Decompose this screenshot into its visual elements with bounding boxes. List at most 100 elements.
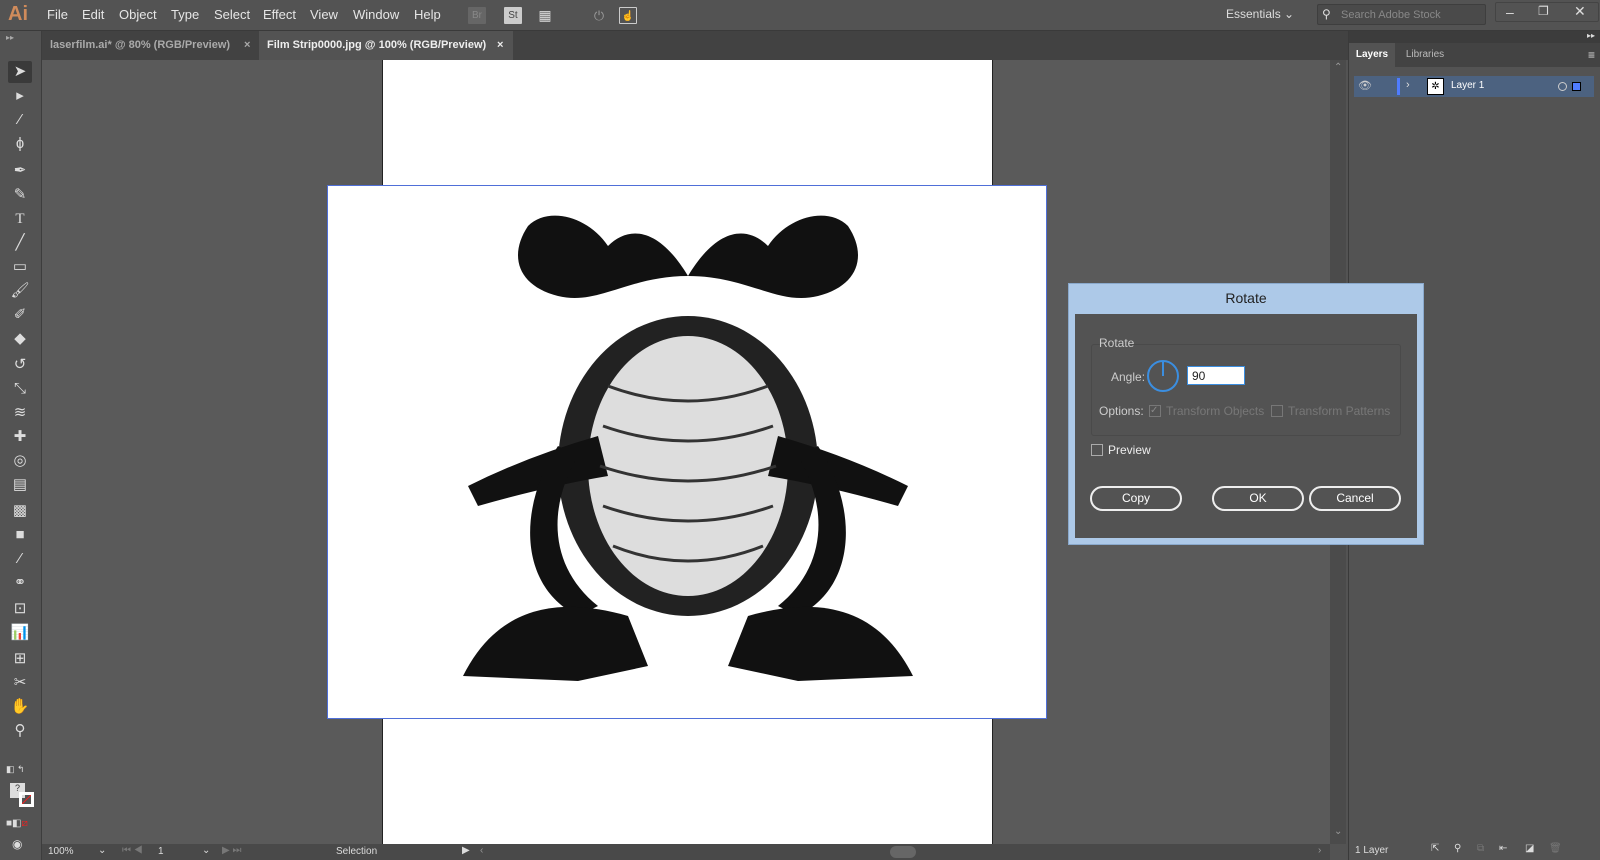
collapse-panel-icon[interactable]: ▸▸ — [1587, 31, 1595, 40]
touch-workspace-icon[interactable]: ☝ — [619, 7, 637, 24]
copy-button[interactable]: Copy — [1090, 486, 1182, 511]
menu-window[interactable]: Window — [353, 7, 399, 22]
close-tab-icon[interactable]: × — [497, 31, 503, 60]
artboard-number[interactable]: 1 — [158, 846, 164, 857]
zoom-tool-icon[interactable]: ⚲ — [8, 720, 32, 742]
layer-count: 1 Layer — [1355, 845, 1389, 856]
tab-film-strip[interactable]: Film Strip0000.jpg @ 100% (RGB/Preview) … — [259, 31, 513, 60]
paintbrush-tool-icon[interactable]: 🖌 — [8, 280, 32, 302]
line-tool-icon[interactable]: ╱ — [8, 232, 32, 254]
dialog-body: Rotate Angle: 90 Options: ✓ Transform Ob… — [1075, 314, 1417, 538]
preview-label[interactable]: Preview — [1108, 443, 1151, 457]
pen-tool-icon[interactable]: ✒ — [8, 160, 32, 182]
menu-type[interactable]: Type — [171, 7, 199, 22]
menu-object[interactable]: Object — [119, 7, 157, 22]
perspective-grid-tool-icon[interactable]: ▤ — [8, 474, 32, 496]
status-menu-icon[interactable]: ▶ — [462, 845, 470, 856]
stroke-swatch[interactable] — [19, 792, 34, 807]
gradient-tool-icon[interactable]: ■ — [8, 524, 32, 546]
close-window-button[interactable]: ✕ — [1574, 3, 1586, 20]
tab-layers[interactable]: Layers — [1349, 43, 1395, 67]
type-tool-icon[interactable]: T — [8, 208, 32, 230]
collapse-icon[interactable]: ▸▸ — [6, 33, 14, 42]
restore-button[interactable]: ❐ — [1538, 4, 1549, 18]
scroll-left-icon[interactable]: ‹ — [480, 845, 483, 856]
puppet-warp-tool-icon[interactable]: ✚ — [8, 426, 32, 448]
column-graph-tool-icon[interactable]: 📊 — [8, 622, 32, 644]
arrange-documents-icon[interactable]: ▦ ⌄ — [536, 7, 554, 40]
color-mode-icons[interactable]: ■◧⧄ — [6, 818, 28, 829]
angle-input[interactable]: 90 — [1187, 366, 1245, 385]
placed-image-selection[interactable] — [327, 185, 1047, 719]
tab-laserfilm[interactable]: laserfilm.ai* @ 80% (RGB/Preview) × — [42, 31, 259, 60]
visibility-eye-icon[interactable]: 👁 — [1358, 79, 1372, 92]
scroll-down-icon[interactable]: ⌄ — [1334, 826, 1342, 837]
layer-name[interactable]: Layer 1 — [1451, 80, 1484, 91]
menu-file[interactable]: File — [47, 7, 68, 22]
new-layer-icon[interactable]: ◪ — [1525, 843, 1534, 854]
stock-icon[interactable]: St — [504, 7, 522, 24]
panel-menu-icon[interactable]: ≡ — [1588, 48, 1595, 62]
first-prev-artboard-icons[interactable]: ⏮ ◀ — [122, 845, 143, 856]
angle-dial[interactable] — [1147, 360, 1179, 392]
locate-object-icon[interactable]: ⚲ — [1454, 843, 1461, 854]
layer-row[interactable]: 👁 › ✲ Layer 1 — [1354, 76, 1594, 97]
gpu-performance-icon[interactable]: ⏻ — [590, 7, 608, 24]
expand-layer-icon[interactable]: › — [1406, 79, 1410, 91]
menu-view[interactable]: View — [310, 7, 338, 22]
new-sublayer-icon[interactable]: ⇤ — [1499, 843, 1507, 854]
transform-objects-checkbox[interactable]: ✓ — [1149, 405, 1161, 417]
transform-patterns-checkbox[interactable] — [1271, 405, 1283, 417]
eraser-tool-icon[interactable]: ◆ — [8, 328, 32, 350]
draw-mode-icon[interactable]: ◉ — [12, 837, 22, 851]
selection-tool-icon[interactable]: ➤ — [8, 61, 32, 83]
menu-select[interactable]: Select — [214, 7, 250, 22]
slice-tool-icon[interactable]: ✂ — [8, 672, 32, 694]
current-tool-status[interactable]: Selection — [336, 846, 377, 857]
workspace-switcher[interactable]: Essentials ⌄ — [1226, 7, 1294, 21]
lasso-tool-icon[interactable]: ɸ — [8, 133, 32, 155]
search-icon: ⚲ — [1322, 7, 1331, 21]
rotate-tool-icon[interactable]: ↺ — [8, 354, 32, 376]
magic-wand-tool-icon[interactable]: ⁄ — [8, 109, 32, 131]
zoom-level[interactable]: 100% — [48, 846, 74, 857]
bridge-icon[interactable]: Br — [468, 7, 486, 24]
tab-libraries[interactable]: Libraries — [1397, 43, 1453, 67]
hand-tool-icon[interactable]: ✋ — [8, 696, 32, 718]
close-tab-icon[interactable]: × — [244, 31, 250, 60]
shaper-tool-icon[interactable]: ✐ — [8, 304, 32, 326]
shape-builder-tool-icon[interactable]: ◎ — [8, 450, 32, 472]
menu-edit[interactable]: Edit — [82, 7, 104, 22]
artboard-dropdown-icon[interactable]: ⌄ — [202, 845, 210, 856]
horizontal-scroll-thumb[interactable] — [890, 846, 916, 858]
ok-button[interactable]: OK — [1212, 486, 1304, 511]
preview-checkbox[interactable] — [1091, 444, 1103, 456]
menu-bar: Ai File Edit Object Type Select Effect V… — [0, 0, 1600, 40]
scale-tool-icon[interactable]: ⤡ — [8, 378, 32, 400]
clipping-mask-icon[interactable]: ⧉ — [1477, 843, 1484, 854]
menu-effect[interactable]: Effect — [263, 7, 296, 22]
rectangle-tool-icon[interactable]: ▭ — [8, 256, 32, 278]
fill-stroke-swatch[interactable]: ? — [10, 783, 36, 809]
symbol-sprayer-tool-icon[interactable]: ⊡ — [8, 598, 32, 620]
mesh-tool-icon[interactable]: ▩ — [8, 500, 32, 522]
selection-indicator[interactable] — [1572, 82, 1581, 91]
export-icon[interactable]: ⇱ — [1431, 843, 1439, 854]
zoom-dropdown-icon[interactable]: ⌄ — [98, 845, 106, 856]
scroll-up-icon[interactable]: ⌃ — [1334, 62, 1342, 73]
cancel-button[interactable]: Cancel — [1309, 486, 1401, 511]
menu-help[interactable]: Help — [414, 7, 441, 22]
artboard-tool-icon[interactable]: ⊞ — [8, 648, 32, 670]
target-icon[interactable] — [1558, 82, 1567, 91]
width-tool-icon[interactable]: ≋ — [8, 402, 32, 424]
curvature-tool-icon[interactable]: ✎ — [8, 184, 32, 206]
search-stock-input[interactable]: ⚲ Search Adobe Stock — [1317, 4, 1486, 25]
minimize-button[interactable]: – — [1506, 4, 1514, 20]
default-colors-icon[interactable]: ◧ ↰ — [6, 764, 25, 775]
scroll-right-icon[interactable]: › — [1318, 845, 1321, 856]
delete-layer-icon[interactable]: 🗑 — [1549, 843, 1562, 854]
next-last-artboard-icons[interactable]: ▶ ⏭ — [222, 845, 241, 856]
blend-tool-icon[interactable]: ⚭ — [8, 572, 32, 594]
eyedropper-tool-icon[interactable]: ⁄ — [8, 548, 32, 570]
direct-selection-tool-icon[interactable]: ▸ — [8, 85, 32, 107]
